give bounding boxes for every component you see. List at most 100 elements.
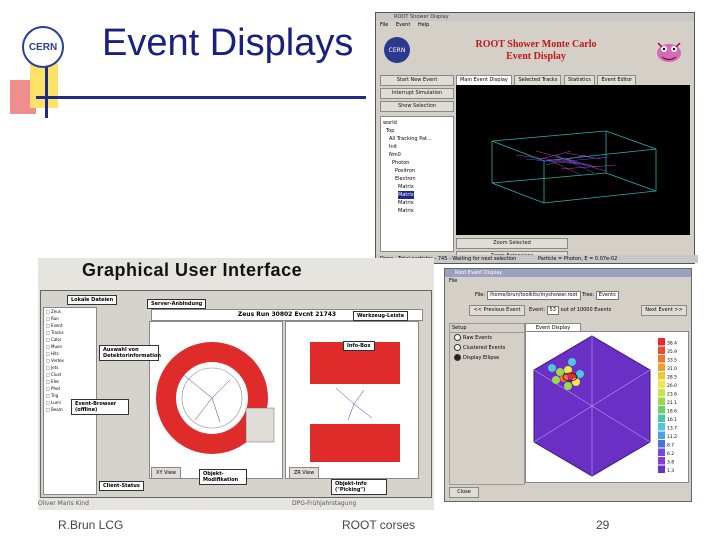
callout-lokale-dateien: Lokale Dateien [67, 295, 118, 305]
hex-calorimeter-view[interactable]: 38.4 35.9 33.5 31.0 28.5 26.0 23.6 21.1 18.6 16.1… [525, 331, 689, 483]
palette-swatch [658, 414, 665, 422]
tree-item[interactable]: □ Jets [44, 364, 96, 371]
palette-value-label: 8.7 [667, 443, 674, 449]
tree-item-selected[interactable]: Matrix [383, 191, 451, 199]
decorative-vertical-line [45, 60, 48, 118]
tree-item[interactable]: □ Zeus [44, 308, 96, 315]
menu-help[interactable]: Help [418, 22, 429, 28]
tree-item[interactable]: □ Trig [44, 392, 96, 399]
radio-dot [454, 334, 461, 341]
tree-item[interactable]: □ Hits [44, 350, 96, 357]
palette-value-label: 18.6 [667, 409, 677, 415]
tree-item[interactable]: Matrix [383, 207, 451, 215]
tree-item[interactable]: □ Clust [44, 371, 96, 378]
zr-view-button[interactable]: ZR View [289, 467, 319, 479]
menu-file[interactable]: File [449, 278, 457, 284]
tree-item[interactable]: □ Phot [44, 385, 96, 392]
tree-item[interactable]: Positron [383, 167, 451, 175]
callout-client-status: Client-Status [99, 481, 144, 491]
menu-file[interactable]: File [380, 22, 388, 28]
tree-item[interactable]: □ Event [44, 322, 96, 329]
footer-center: ROOT corses [342, 518, 416, 532]
tree-item[interactable]: □ Run [44, 315, 96, 322]
callout-auswahl-detektor: Auswahl von Detektorinformation [99, 345, 161, 361]
footer-author: R.Brun LCG [58, 518, 124, 532]
gui-caption-left: Oliver Maris Kind [38, 500, 89, 507]
interrupt-simulation-button[interactable]: Interrupt Simulation [380, 88, 454, 99]
palette-value-label: 38.4 [667, 341, 677, 347]
palette-swatch [658, 355, 665, 363]
palette-swatch [658, 423, 665, 431]
radio-label: Raw Events [463, 335, 493, 341]
tree-item[interactable]: □ Elec [44, 378, 96, 385]
palette-value-label: 11.2 [667, 434, 677, 440]
palette-value-label: 26.0 [667, 383, 677, 389]
radio-display-ellipse[interactable]: Display Ellipse [450, 353, 524, 363]
palette-swatch [658, 397, 665, 405]
tree-item[interactable]: Electron [383, 175, 451, 183]
of-events-label: out of 10000 Events [560, 307, 612, 313]
cern-logo-text: CERN [28, 41, 58, 53]
radio-raw-events[interactable]: Raw Events [450, 333, 524, 343]
next-event-button[interactable]: Next Event >> [641, 305, 687, 316]
tab-main-event-display[interactable]: Main Event Display [456, 75, 512, 85]
palette-swatch [658, 448, 665, 456]
file-tree-row: File: /home/brun/toolkits/myshower.root … [475, 291, 619, 300]
palette-value-label: 23.6 [667, 392, 677, 398]
tree-label: Tree: [582, 292, 595, 298]
close-button[interactable]: Close [449, 487, 479, 498]
cat-mascot-icon [657, 42, 681, 62]
xy-view-button[interactable]: XY View [151, 467, 181, 479]
palette-value-label: 13.7 [667, 426, 677, 432]
tree-item[interactable]: Init [383, 143, 451, 151]
event-label: Event: [529, 307, 546, 313]
tree-item[interactable]: Photon [383, 159, 451, 167]
window-titlebar: Root Event Display [445, 269, 691, 277]
xy-view-pane[interactable] [149, 321, 283, 479]
radio-label: Clustered Events [463, 345, 506, 351]
file-field[interactable]: /home/brun/toolkits/myshower.root [486, 291, 581, 300]
palette-value-label: 1.3 [667, 468, 674, 474]
tree-item[interactable]: Top [383, 127, 451, 135]
setup-label: Setup [450, 324, 524, 333]
callout-werkzeug-leiste: Werkzeug-Leiste [353, 311, 409, 321]
geometry-tree[interactable]: world Top All Tracking Pat... Init Nm0 P… [380, 116, 454, 252]
tree-item[interactable]: □ Vertex [44, 357, 96, 364]
tab-selected-tracks[interactable]: Selected Tracks [514, 75, 562, 85]
tree-item[interactable]: All Tracking Pat... [383, 135, 451, 143]
setup-panel: Setup Raw Events Clustered Events Displa… [449, 323, 525, 485]
tab-event-editor[interactable]: Event Editor [597, 75, 637, 85]
shower-3d-viewer[interactable] [456, 85, 690, 235]
cern-logo: CERN [22, 26, 64, 68]
tree-item[interactable]: □ Tracks [44, 329, 96, 336]
palette-value-label: 28.5 [667, 375, 677, 381]
gui-title: Graphical User Interface [82, 260, 303, 280]
tree-item[interactable]: Nm0 [383, 151, 451, 159]
palette-swatch [658, 457, 665, 465]
tree-item-selected-label: Matrix [398, 191, 414, 199]
radio-clustered-events[interactable]: Clustered Events [450, 343, 524, 353]
gui-screenshot: Graphical User Interface □ Zeus □ Run □ … [38, 258, 434, 510]
shower-tabs: Main Event Display Selected Tracks Stati… [456, 75, 690, 85]
show-selection-button[interactable]: Show Selection [380, 101, 454, 112]
callout-server-anbindung: Server-Anbindung [147, 299, 207, 309]
event-number-field[interactable]: 53 [546, 306, 559, 315]
tree-item[interactable]: world [383, 119, 451, 127]
cern-logo-small: CERN [384, 37, 410, 63]
tree-item[interactable]: □ Muon [44, 343, 96, 350]
palette-swatch [658, 346, 665, 354]
tree-field[interactable]: Events [595, 291, 619, 300]
tree-item[interactable]: Matrix [383, 183, 451, 191]
previous-event-button[interactable]: << Previous Event [469, 305, 525, 316]
page-number: 29 [596, 518, 610, 532]
zoom-selected-button[interactable]: Zoom Selected [456, 238, 568, 249]
tab-statistics[interactable]: Statistics [564, 75, 595, 85]
palette-swatch [658, 440, 665, 448]
tree-item[interactable]: □ Calor [44, 336, 96, 343]
start-new-event-button[interactable]: Start New Event [380, 75, 454, 86]
status-right: Particle = Photon, E = 0.07e-02 [537, 256, 618, 262]
menu-event[interactable]: Event [396, 22, 410, 28]
palette-swatch [658, 363, 665, 371]
tree-item[interactable]: Matrix [383, 199, 451, 207]
palette-swatch [658, 338, 665, 346]
